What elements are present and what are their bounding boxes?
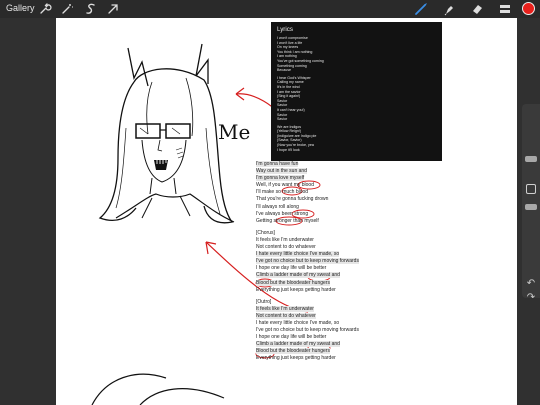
lyrics-reference-panel: Lyrics I won't compromise I won't live a … [271, 22, 442, 161]
eyedropper-button[interactable] [526, 184, 536, 194]
lyrics-line-text: Everything just keeps getting harder [256, 286, 336, 293]
lyrics-line: I hope one day life will be better [256, 265, 382, 272]
lyrics-line: Not content to do whatever [256, 312, 382, 320]
lyrics-line-text: Climb a ladder made of my sweat and [256, 341, 340, 348]
color-picker-button[interactable] [522, 2, 535, 15]
lyrics-line-text: It feels like I'm underwater [256, 236, 314, 243]
lyrics-line: Blood but the bloodeater hungers [256, 279, 382, 287]
eraser-icon[interactable] [470, 2, 484, 16]
lyrics-line: I'll make so much blood [256, 189, 382, 196]
lyrics-line-text: I'm gonna love myself [256, 175, 305, 182]
lyrics-line: Climb a ladder made of my sweat and [256, 341, 382, 348]
lyrics-line-text: I've got no choice but to keep moving fo… [256, 327, 359, 334]
lyrics-line: Getting stronger than myself [256, 218, 382, 225]
lyrics-panel-lines: I won't compromise I won't live a life On … [277, 36, 436, 152]
transform-arrow-icon[interactable] [106, 2, 120, 16]
lyrics-line: I hope one day life will be better [256, 334, 382, 341]
brush-size-slider[interactable] [525, 156, 537, 162]
lyrics-line: Everything just keeps getting harder [256, 287, 382, 294]
lyrics-line: I hate every little choice I've made, so [256, 251, 382, 258]
gallery-button[interactable]: Gallery [6, 3, 35, 13]
smudge-icon[interactable] [442, 2, 456, 16]
undo-icon[interactable]: ↶ [522, 278, 540, 290]
layers-icon[interactable] [498, 2, 512, 16]
lyrics-line: I hate every little choice I've made, so [256, 320, 382, 327]
lyrics-line: Blood but the bloodeater hungers [256, 348, 382, 355]
lyrics-line-text: I hope one day life will be better [256, 334, 327, 341]
lyrics-line: It feels like I'm underwater [256, 305, 382, 313]
selection-s-icon[interactable] [84, 2, 98, 16]
brush-size-opacity-sidebar: ↶ ↷ [522, 104, 540, 303]
lyrics-line-text: That you're gonna fucking drown [256, 196, 329, 203]
wrench-icon[interactable] [38, 2, 52, 16]
lyrics-panel-line: I hope it'll look [277, 147, 300, 152]
lyrics-line: I'm gonna love myself [256, 175, 382, 182]
lyrics-line-text: Not content to do whatever [256, 312, 316, 319]
brush-icon[interactable] [414, 2, 428, 16]
magic-wand-icon[interactable] [60, 2, 74, 16]
lyrics-line-text: I hope one day life will be better [256, 265, 327, 272]
lyrics-line: Climb a ladder made of my sweat and [256, 272, 382, 279]
lyrics-line-text: It feels like I'm underwater [256, 305, 314, 312]
lyrics-line-text: Blood but the bloodeater hungers [256, 279, 330, 286]
lyrics-line: I've always been strong [256, 211, 382, 218]
lyrics-line-text: Climb a ladder made of my sweat and [256, 272, 340, 279]
lyrics-line: Well, if you want my blood [256, 182, 382, 189]
lyrics-line-text: I hate every little choice I've made, so [256, 319, 340, 326]
lyrics-line-text: Everything just keeps getting harder [256, 355, 336, 362]
top-toolbar: Gallery [0, 0, 540, 18]
lyrics-line-text: I'm gonna have fun [256, 161, 299, 167]
opacity-slider[interactable] [525, 204, 537, 210]
lyrics-line: That you're gonna fucking drown [256, 196, 382, 203]
lyrics-line: [Chorus] [256, 230, 382, 237]
lyrics-line: I've got no choice but to keep moving fo… [256, 327, 382, 334]
lyrics-line-text: I've got no choice but to keep moving fo… [256, 258, 359, 265]
lyrics-white-lines: I'm gonna have fun Way out in the sun and… [256, 161, 382, 363]
lyrics-line-text: I'll always roll along [256, 203, 299, 210]
lyrics-line-text: [Chorus] [256, 229, 275, 236]
lyrics-line-text: Blood but the bloodeater hungers [256, 348, 330, 355]
lyrics-line: I'll always roll along [256, 204, 382, 211]
procreate-app: Gallery Me Lyrics I won't compromise I w… [0, 0, 540, 405]
me-annotation: Me [218, 120, 251, 144]
lyrics-line-text: Way out in the sun and [256, 168, 307, 175]
lyrics-line: Way out in the sun and [256, 168, 382, 175]
lyrics-line-text: Not content to do whatever [256, 244, 316, 251]
lyrics-line-text: Well, if you want my blood [256, 182, 314, 189]
lyrics-line: [Outro] [256, 299, 382, 306]
lyrics-line-text: Getting stronger than myself [256, 217, 319, 224]
lyrics-line-text: I hate every little choice I've made, so [256, 251, 340, 258]
lyrics-screenshot: I'm gonna have fun Way out in the sun and… [256, 161, 382, 405]
lyrics-line-text: I'll make so much blood [256, 189, 309, 196]
lyrics-line: It feels like I'm underwater [256, 237, 382, 244]
redo-icon[interactable]: ↷ [522, 292, 540, 304]
lyrics-line-text: I've always been strong [256, 210, 309, 217]
lyrics-line: Not content to do whatever [256, 244, 382, 251]
lyrics-line-text: [Outro] [256, 298, 272, 305]
lyrics-title: Lyrics [277, 26, 293, 33]
lyrics-line: Everything just keeps getting harder [256, 355, 382, 362]
lyrics-line: I'm gonna have fun [256, 161, 382, 168]
lyrics-line: I've got no choice but to keep moving fo… [256, 258, 382, 265]
